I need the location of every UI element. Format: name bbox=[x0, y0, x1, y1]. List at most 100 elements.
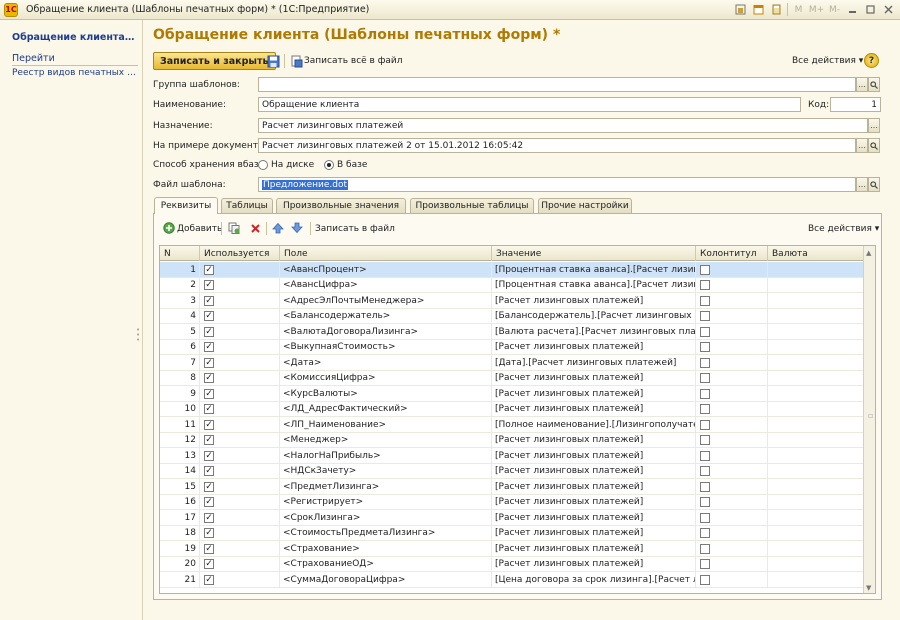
value-cell[interactable]: [Расчет лизинговых платежей] bbox=[492, 339, 696, 355]
footer-checkbox[interactable] bbox=[700, 481, 710, 492]
scroll-down-icon[interactable]: ▼ bbox=[866, 584, 871, 592]
example-document-field[interactable]: Расчет лизинговых платежей 2 от 15.01.20… bbox=[258, 138, 856, 153]
footer-checkbox[interactable] bbox=[700, 419, 710, 430]
table-row[interactable]: 2 ✓ <АвансЦифра> [Процентная ставка аванса]… bbox=[160, 277, 865, 293]
table-row[interactable]: 19 ✓ <Страхование> [Расчет лизинговых плате… bbox=[160, 541, 865, 557]
help-button[interactable]: ? bbox=[864, 53, 879, 68]
field-cell[interactable]: <СтоимостьПредметаЛизинга> bbox=[280, 525, 492, 541]
column-header-currency[interactable]: Валюта bbox=[768, 246, 865, 261]
field-cell[interactable]: <АдресЭлПочтыМенеджера> bbox=[280, 293, 492, 308]
used-checkbox[interactable]: ✓ bbox=[204, 264, 214, 275]
used-checkbox[interactable]: ✓ bbox=[204, 543, 214, 554]
footer-checkbox[interactable] bbox=[700, 295, 710, 306]
field-cell[interactable]: <НДСкЗачету> bbox=[280, 463, 492, 479]
currency-cell[interactable] bbox=[768, 293, 865, 308]
tab-arbitrary-values[interactable]: Произвольные значения bbox=[276, 198, 406, 213]
used-checkbox[interactable]: ✓ bbox=[204, 528, 214, 538]
field-cell[interactable]: <ПредметЛизинга> bbox=[280, 479, 492, 494]
scroll-up-icon[interactable]: ▲ bbox=[866, 249, 871, 257]
used-checkbox[interactable]: ✓ bbox=[204, 450, 214, 461]
currency-cell[interactable] bbox=[768, 541, 865, 556]
calendar-icon[interactable] bbox=[751, 2, 766, 17]
example-document-select-button[interactable]: … bbox=[856, 138, 868, 153]
field-cell[interactable]: <ЛП_Наименование> bbox=[280, 417, 492, 432]
value-cell[interactable]: [Цена договора за срок лизинга].[Расчет … bbox=[492, 572, 696, 587]
table-row[interactable]: 14 ✓ <НДСкЗачету> [Расчет лизинговых платеж… bbox=[160, 463, 865, 479]
minimize-icon[interactable] bbox=[845, 2, 860, 17]
m-minus-button[interactable]: M- bbox=[827, 2, 842, 17]
field-cell[interactable]: <СуммаДоговораЦифра> bbox=[280, 572, 492, 587]
value-cell[interactable]: [Расчет лизинговых платежей] bbox=[492, 541, 696, 556]
currency-cell[interactable] bbox=[768, 277, 865, 293]
currency-cell[interactable] bbox=[768, 479, 865, 494]
write-all-to-file-button[interactable]: Записать всё в файл bbox=[304, 56, 403, 66]
table-row[interactable]: 6 ✓ <ВыкупнаяСтоимость> [Расчет лизинговых … bbox=[160, 339, 865, 355]
column-header-value[interactable]: Значение bbox=[492, 246, 696, 261]
currency-cell[interactable] bbox=[768, 525, 865, 541]
footer-checkbox[interactable] bbox=[700, 528, 710, 538]
value-cell[interactable]: [Расчет лизинговых платежей] bbox=[492, 556, 696, 572]
m-plus-button[interactable]: M+ bbox=[809, 2, 824, 17]
footer-checkbox[interactable] bbox=[700, 574, 710, 585]
used-checkbox[interactable]: ✓ bbox=[204, 435, 214, 445]
table-row[interactable]: 21 ✓ <СуммаДоговораЦифра> [Цена договора за… bbox=[160, 572, 865, 588]
tab-arbitrary-tables[interactable]: Произвольные таблицы bbox=[410, 198, 534, 213]
used-checkbox[interactable]: ✓ bbox=[204, 373, 214, 383]
value-cell[interactable]: [Расчет лизинговых платежей] bbox=[492, 386, 696, 401]
requisites-table[interactable]: N Используется Поле Значение Колонтитул … bbox=[159, 245, 876, 594]
purpose-field[interactable]: Расчет лизинговых платежей bbox=[258, 118, 868, 133]
footer-checkbox[interactable] bbox=[700, 326, 710, 337]
currency-cell[interactable] bbox=[768, 463, 865, 479]
currency-cell[interactable] bbox=[768, 448, 865, 463]
footer-checkbox[interactable] bbox=[700, 357, 710, 368]
currency-cell[interactable] bbox=[768, 401, 865, 417]
footer-checkbox[interactable] bbox=[700, 311, 710, 321]
table-row[interactable]: 8 ✓ <КомиссияЦифра> [Расчет лизинговых плат… bbox=[160, 370, 865, 386]
value-cell[interactable]: [Расчет лизинговых платежей] bbox=[492, 494, 696, 510]
template-group-select-button[interactable]: … bbox=[856, 77, 868, 92]
home-icon[interactable] bbox=[733, 2, 748, 17]
template-file-open-button[interactable] bbox=[868, 177, 880, 192]
template-group-open-button[interactable] bbox=[868, 77, 880, 92]
used-checkbox[interactable]: ✓ bbox=[204, 481, 214, 492]
table-row[interactable]: 5 ✓ <ВалютаДоговораЛизинга> [Валюта расчета… bbox=[160, 324, 865, 340]
delete-icon[interactable] bbox=[248, 221, 262, 235]
save-and-close-button[interactable]: Записать и закрыть bbox=[153, 52, 276, 70]
used-checkbox[interactable]: ✓ bbox=[204, 388, 214, 399]
used-checkbox[interactable]: ✓ bbox=[204, 419, 214, 430]
all-actions-menu[interactable]: Все действия ▾ bbox=[792, 56, 863, 66]
used-checkbox[interactable]: ✓ bbox=[204, 311, 214, 321]
used-checkbox[interactable]: ✓ bbox=[204, 559, 214, 569]
footer-checkbox[interactable] bbox=[700, 264, 710, 275]
field-cell[interactable]: <Балансодержатель> bbox=[280, 308, 492, 324]
table-row[interactable]: 7 ✓ <Дата> [Дата].[Расчет лизинговых платеж… bbox=[160, 355, 865, 371]
move-down-icon[interactable] bbox=[290, 221, 304, 235]
write-all-icon[interactable] bbox=[289, 54, 303, 68]
purpose-select-button[interactable]: … bbox=[868, 118, 880, 133]
field-cell[interactable]: <АвансЦифра> bbox=[280, 277, 492, 293]
value-cell[interactable]: [Дата].[Расчет лизинговых платежей] bbox=[492, 355, 696, 370]
table-row[interactable]: 9 ✓ <КурсВалюты> [Расчет лизинговых платеже… bbox=[160, 386, 865, 402]
table-row[interactable]: 1 ✓ <АвансПроцент> [Процентная ставка аванс… bbox=[160, 262, 865, 278]
column-header-footer[interactable]: Колонтитул bbox=[696, 246, 768, 261]
nav-link-print-doc-types[interactable]: Реестр видов печатных документов bbox=[12, 68, 137, 78]
field-cell[interactable]: <ВыкупнаяСтоимость> bbox=[280, 339, 492, 355]
value-cell[interactable]: [Расчет лизинговых платежей] bbox=[492, 370, 696, 386]
footer-checkbox[interactable] bbox=[700, 450, 710, 461]
table-row[interactable]: 12 ✓ <Менеджер> [Расчет лизинговых платежей… bbox=[160, 432, 865, 448]
field-cell[interactable]: <СтрахованиеОД> bbox=[280, 556, 492, 572]
footer-checkbox[interactable] bbox=[700, 466, 710, 476]
currency-cell[interactable] bbox=[768, 339, 865, 355]
currency-cell[interactable] bbox=[768, 324, 865, 339]
table-vertical-scrollbar[interactable]: ▲ ▫ ▼ bbox=[863, 246, 875, 593]
table-row[interactable]: 4 ✓ <Балансодержатель> [Балансодержатель].[… bbox=[160, 308, 865, 324]
currency-cell[interactable] bbox=[768, 370, 865, 386]
write-to-file-button[interactable]: Записать в файл bbox=[315, 224, 395, 234]
tab-requisites[interactable]: Реквизиты bbox=[154, 197, 218, 214]
footer-checkbox[interactable] bbox=[700, 404, 710, 414]
footer-checkbox[interactable] bbox=[700, 342, 710, 352]
storage-on-disk-radio[interactable] bbox=[258, 160, 268, 170]
value-cell[interactable]: [Расчет лизинговых платежей] bbox=[492, 463, 696, 479]
footer-checkbox[interactable] bbox=[700, 435, 710, 445]
column-header-used[interactable]: Используется bbox=[200, 246, 280, 261]
